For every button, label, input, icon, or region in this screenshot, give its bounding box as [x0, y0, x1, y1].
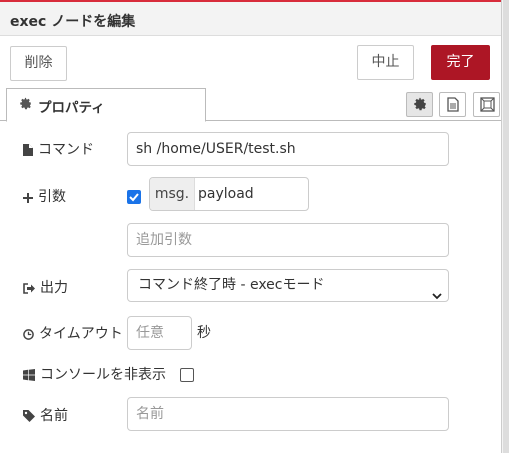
- cancel-button[interactable]: 中止: [357, 45, 414, 80]
- output-selected-value: コマンド終了時 - execモード: [138, 277, 325, 293]
- timeout-unit: 秒: [197, 325, 211, 341]
- name-input[interactable]: [127, 397, 449, 431]
- gear-icon: [19, 97, 32, 114]
- command-label-row: コマンド: [23, 139, 94, 160]
- scrollbar-thumb[interactable]: [503, 0, 509, 453]
- scrollbar[interactable]: [501, 0, 509, 453]
- hide-console-label-row: コンソールを非表示: [23, 364, 166, 385]
- name-label-row: 名前: [23, 405, 68, 426]
- hide-console-checkbox[interactable]: [180, 368, 194, 382]
- chevron-down-icon: [432, 281, 442, 312]
- plus-icon: [23, 191, 33, 207]
- tag-icon: [23, 410, 35, 426]
- timeout-input[interactable]: [127, 316, 192, 350]
- output-label: 出力: [40, 280, 68, 296]
- command-input[interactable]: [127, 132, 449, 166]
- tab-properties[interactable]: プロパティ: [6, 88, 206, 122]
- clock-icon: [23, 328, 34, 344]
- timeout-label: タイムアウト: [39, 326, 123, 342]
- extra-args-input[interactable]: [127, 223, 449, 257]
- name-label: 名前: [40, 408, 68, 424]
- tab-button-settings[interactable]: [406, 92, 433, 117]
- append-label: 引数: [38, 189, 66, 205]
- output-select[interactable]: コマンド終了時 - execモード: [127, 269, 449, 302]
- windows-icon: [23, 369, 35, 385]
- append-label-row: 引数: [23, 186, 66, 207]
- dialog-titlebar: exec ノードを編集: [0, 2, 501, 36]
- dialog-title: exec ノードを編集: [10, 14, 136, 30]
- file-icon: [23, 144, 33, 160]
- tab-button-description[interactable]: [439, 92, 466, 117]
- properties-panel: コマンド 引数 msg. payload 出力 コマンド終了時 - execモー…: [0, 122, 501, 453]
- command-label: コマンド: [38, 142, 94, 158]
- hide-console-label: コンソールを非表示: [40, 367, 166, 383]
- append-typed-input[interactable]: msg. payload: [149, 177, 309, 211]
- tab-properties-label: プロパティ: [38, 100, 105, 116]
- append-value: payload: [198, 186, 254, 202]
- delete-button[interactable]: 削除: [10, 46, 67, 81]
- append-payload-checkbox[interactable]: [127, 190, 141, 204]
- output-label-row: 出力: [23, 277, 68, 298]
- tab-button-appearance[interactable]: [473, 92, 500, 117]
- done-button[interactable]: 完了: [431, 45, 490, 80]
- tab-bar: プロパティ: [0, 88, 501, 122]
- sign-out-icon: [23, 282, 35, 298]
- check-icon: [129, 193, 139, 202]
- type-prefix[interactable]: msg.: [150, 178, 195, 210]
- timeout-label-row: タイムアウト: [23, 323, 123, 344]
